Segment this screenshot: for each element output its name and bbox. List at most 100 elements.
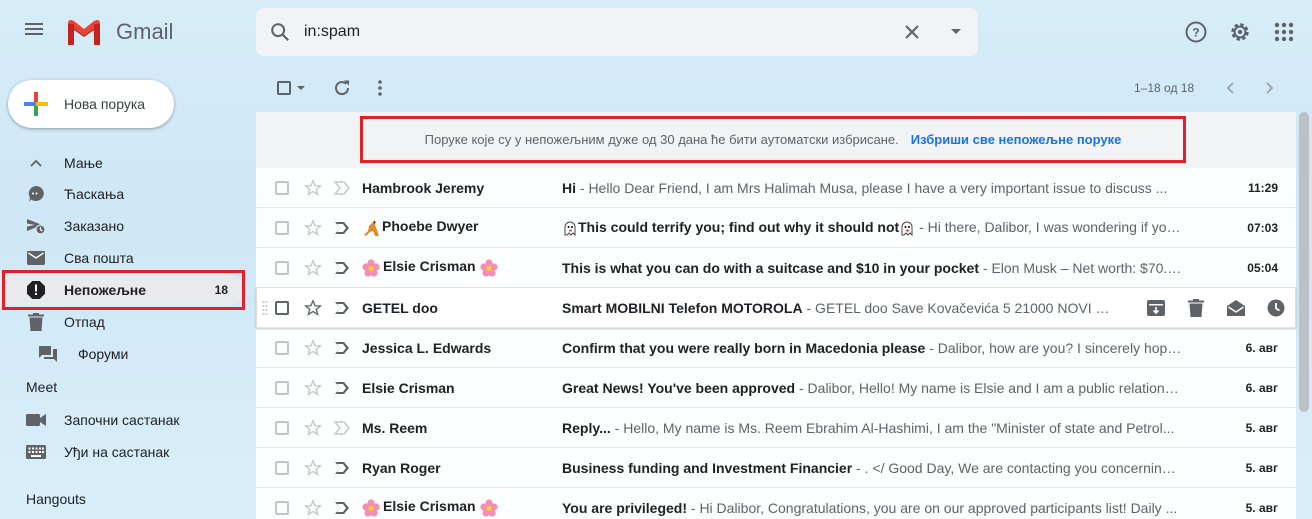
importance-marker-icon[interactable] (334, 301, 350, 315)
email-row[interactable]: Ms. Reem Reply... - Hello, My name is Ms… (256, 408, 1296, 448)
main-menu-icon[interactable] (22, 20, 46, 44)
email-content: Great News! You've been approved - Dalib… (562, 380, 1182, 396)
importance-marker-icon[interactable] (334, 181, 350, 195)
sidebar-item-chats[interactable]: Ћаскања (0, 178, 244, 210)
flower-emoji-icon (480, 259, 498, 277)
search-options-dropdown-icon[interactable] (934, 8, 978, 56)
settings-gear-icon[interactable] (1228, 20, 1252, 44)
star-icon[interactable] (304, 179, 322, 197)
scrollbar-thumb[interactable] (1299, 112, 1309, 412)
row-checkbox[interactable] (275, 500, 289, 515)
email-date: 5. авг (1245, 460, 1278, 475)
row-checkbox[interactable] (275, 260, 289, 275)
app-name: Gmail (116, 18, 174, 44)
sidebar-item-label: Сва пошта (64, 250, 134, 266)
email-snippet: - Dalibor, how are you? I sincerely hope… (925, 339, 1182, 356)
newer-page-chevron-icon[interactable] (1218, 76, 1242, 100)
email-row[interactable]: Elsie Crisman This is what you can do wi… (256, 248, 1296, 288)
forum-icon (38, 344, 58, 364)
star-icon[interactable] (304, 339, 322, 357)
email-content: You are privileged! - Hi Dalibor, Congra… (562, 500, 1182, 516)
importance-marker-icon[interactable] (334, 501, 350, 515)
star-icon[interactable] (304, 499, 322, 517)
row-checkbox[interactable] (275, 460, 289, 475)
email-subject: Reply... (562, 419, 611, 436)
sidebar-item-label: Започни састанак (64, 412, 180, 428)
email-subject: Great News! You've been approved (562, 379, 796, 396)
sidebar-item-scheduled[interactable]: Заказано (0, 210, 244, 242)
email-content: Business funding and Investment Financie… (562, 460, 1182, 476)
row-checkbox[interactable] (275, 180, 289, 195)
star-icon[interactable] (304, 219, 322, 237)
email-row[interactable]: Phoebe Dwyer This could terrify you; fin… (256, 208, 1296, 248)
email-subject: Hi (562, 179, 576, 196)
clear-search-icon[interactable] (890, 8, 934, 56)
email-row[interactable]: GETEL doo Smart MOBILNI Telefon MOTOROLA… (256, 288, 1296, 328)
row-checkbox[interactable] (275, 340, 289, 355)
sidebar-item-label: Отпад (64, 314, 105, 330)
importance-marker-icon[interactable] (334, 461, 350, 475)
email-row[interactable]: Hambrook Jeremy Hi - Hello Dear Friend, … (256, 168, 1296, 208)
star-icon[interactable] (304, 419, 322, 437)
delete-icon[interactable] (1176, 296, 1216, 320)
star-icon[interactable] (304, 259, 322, 277)
pagination-text: 1–18 од 18 (1134, 81, 1195, 95)
importance-marker-icon[interactable] (334, 221, 350, 235)
row-checkbox[interactable] (275, 300, 289, 315)
flower-emoji-icon (362, 499, 380, 517)
apps-grid-icon[interactable] (1272, 20, 1296, 44)
older-page-chevron-icon[interactable] (1258, 76, 1282, 100)
sidebar-item-trash[interactable]: Отпад (0, 306, 244, 338)
chevron-up-icon (26, 153, 46, 173)
archive-icon[interactable] (1136, 296, 1176, 320)
email-row[interactable]: Jessica L. Edwards Confirm that you were… (256, 328, 1296, 368)
star-icon[interactable] (304, 459, 322, 477)
email-sender: Elsie Crisman (362, 379, 455, 396)
sidebar-item-less[interactable]: Мање (0, 147, 244, 179)
star-icon[interactable] (304, 299, 322, 317)
email-subject: Business funding and Investment Financie… (562, 459, 853, 476)
email-subject: Confirm that you were really born in Mac… (562, 339, 926, 356)
importance-marker-icon[interactable] (334, 381, 350, 395)
search-icon[interactable] (256, 8, 304, 56)
email-date: 05:04 (1247, 260, 1278, 275)
row-checkbox[interactable] (275, 420, 289, 435)
email-row[interactable]: Ryan Roger Business funding and Investme… (256, 448, 1296, 488)
hangouts-section-title: Hangouts (26, 491, 86, 507)
sidebar-item-forums[interactable]: Форуми (0, 338, 244, 370)
email-snippet: - Dalibor, Hello! My name is Elsie and I… (795, 379, 1182, 396)
mail-toolbar: 1–18 од 18 (256, 64, 1296, 112)
importance-marker-icon[interactable] (334, 421, 350, 435)
sidebar-item-new-meeting[interactable]: Започни састанак (0, 404, 244, 436)
delete-all-spam-link[interactable]: Избриши све непожељне поруке (911, 132, 1122, 147)
gmail-logo[interactable]: Gmail (66, 18, 173, 45)
compose-button[interactable]: Нова порука (8, 80, 174, 128)
mail-icon (26, 248, 46, 268)
refresh-icon[interactable] (330, 76, 354, 100)
snooze-clock-icon[interactable] (1256, 296, 1296, 320)
email-sender: Hambrook Jeremy (362, 179, 485, 196)
email-row[interactable]: Elsie Crisman Great News! You've been ap… (256, 368, 1296, 408)
help-icon[interactable]: ? (1184, 20, 1208, 44)
flower-emoji-icon (362, 259, 380, 277)
compose-label: Нова порука (64, 96, 146, 112)
spam-banner-box: Поруке које су у непожељним дуже од 30 д… (360, 116, 1186, 163)
email-content: Confirm that you were really born in Mac… (562, 340, 1182, 356)
sidebar-item-label: Форуми (78, 346, 129, 362)
importance-marker-icon[interactable] (334, 261, 350, 275)
row-checkbox[interactable] (275, 220, 289, 235)
email-subject: You are privileged! (562, 499, 687, 516)
spam-info-banner: Поруке које су у непожељним дуже од 30 д… (256, 112, 1296, 168)
importance-marker-icon[interactable] (334, 341, 350, 355)
row-checkbox[interactable] (275, 380, 289, 395)
search-input[interactable] (304, 23, 890, 41)
mark-as-read-icon[interactable] (1216, 296, 1256, 320)
email-row[interactable]: Elsie Crisman You are privileged! - Hi D… (256, 488, 1296, 519)
trash-icon (26, 312, 46, 332)
sidebar-item-join-meeting[interactable]: Уђи на састанак (0, 436, 244, 468)
more-options-icon[interactable] (370, 76, 390, 100)
star-icon[interactable] (304, 379, 322, 397)
drag-handle-icon[interactable] (262, 300, 268, 316)
select-all-checkbox[interactable] (274, 76, 308, 100)
select-dropdown-icon[interactable] (297, 85, 305, 91)
